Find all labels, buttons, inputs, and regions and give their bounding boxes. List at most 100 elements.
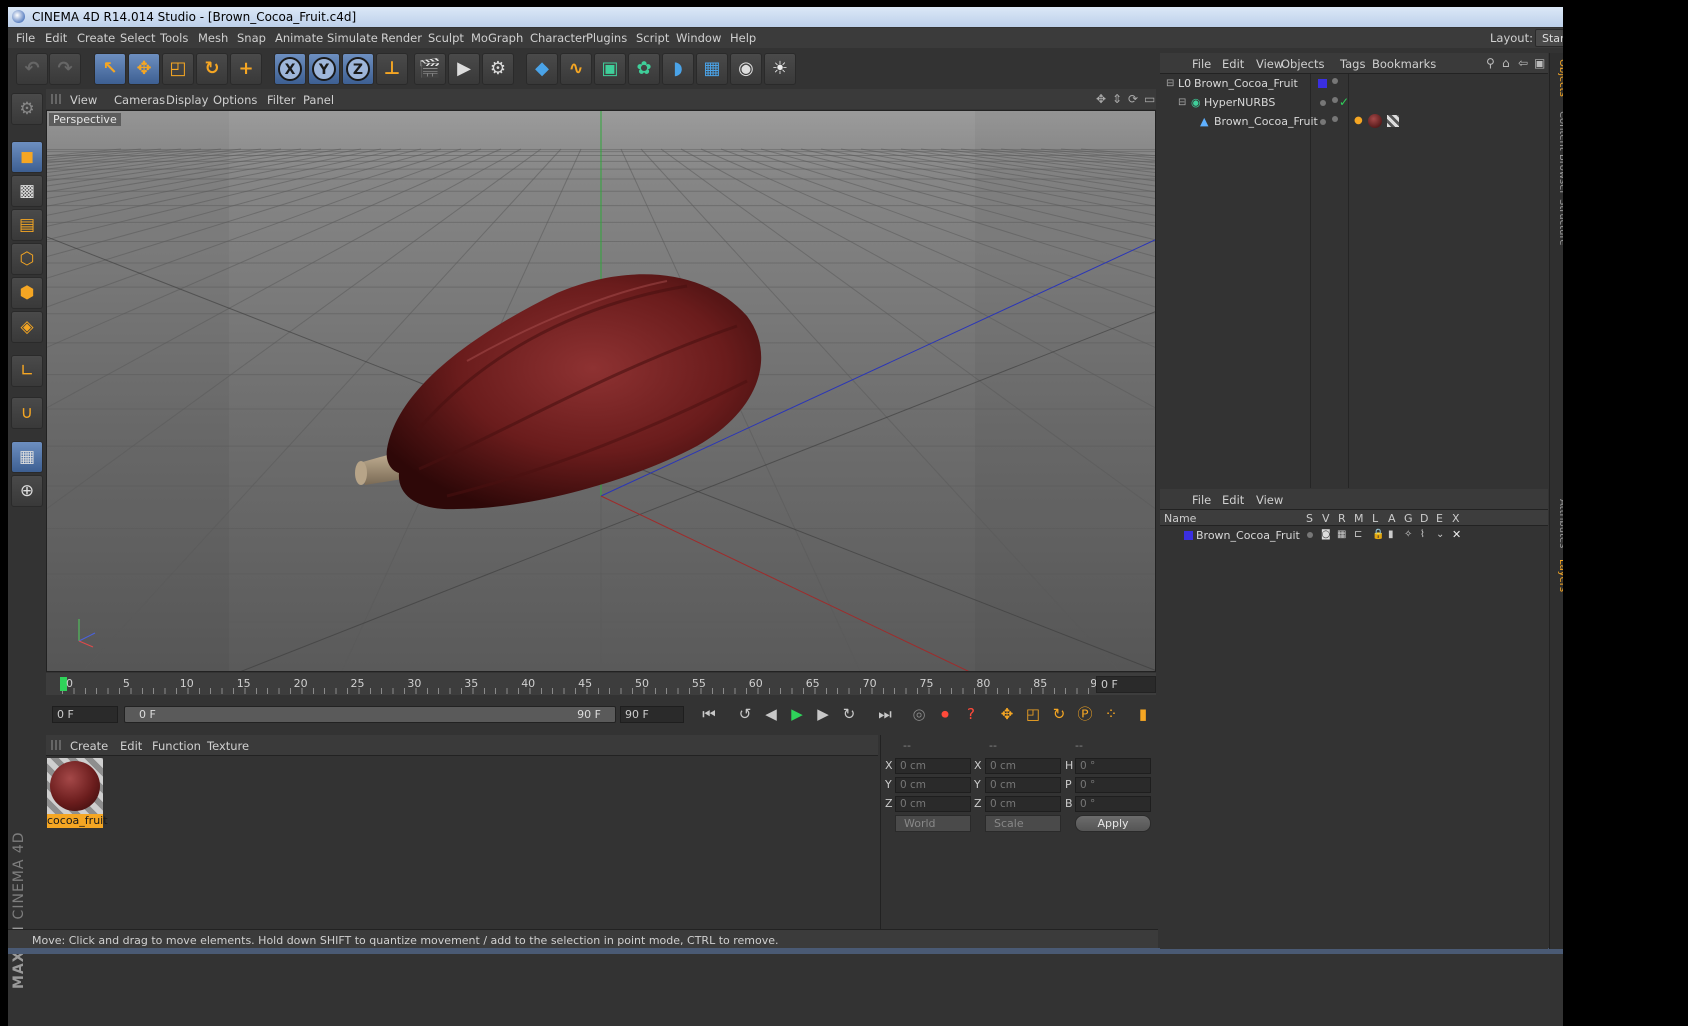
end-frame-field[interactable]: 90 F — [620, 706, 684, 723]
object-new-window-icon[interactable]: ▣ — [1534, 56, 1545, 70]
move-tool-icon[interactable]: ✥ — [128, 53, 160, 85]
z-axis-lock-icon[interactable]: Z — [342, 53, 374, 85]
material-menu-function[interactable]: Function — [152, 739, 201, 753]
col-deformers[interactable]: D — [1420, 512, 1428, 525]
menu-help[interactable]: Help — [730, 31, 756, 45]
col-solo[interactable]: S — [1306, 512, 1313, 525]
object-search-icon[interactable]: ⚲ — [1486, 56, 1495, 70]
menu-file[interactable]: File — [16, 31, 35, 45]
col-generators[interactable]: G — [1404, 512, 1413, 525]
collapse-toggle-icon[interactable]: ⊟ — [1166, 78, 1174, 89]
col-xref[interactable]: X — [1452, 512, 1460, 525]
timeline-window-icon[interactable]: ▮ — [1130, 701, 1156, 727]
viewport-zoom-icon[interactable]: ⇕ — [1112, 92, 1122, 106]
model-mode-icon[interactable]: ◼ — [11, 141, 43, 173]
coordinate-mode-select[interactable]: World — [895, 815, 971, 832]
record-rotation-icon[interactable]: ↻ — [1046, 701, 1072, 727]
magnet-snap-icon[interactable]: ∪ — [11, 397, 43, 429]
objects-menu-view[interactable]: View — [1256, 57, 1283, 71]
render-view-icon[interactable]: 🎬 — [414, 53, 446, 85]
collapse-toggle-icon[interactable]: ⊟ — [1178, 97, 1186, 108]
menu-sculpt[interactable]: Sculpt — [428, 31, 464, 45]
render-picture-viewer-icon[interactable]: ▶ — [448, 53, 480, 85]
camera-icon[interactable]: ◉ — [730, 53, 762, 85]
panel-grip-icon[interactable] — [51, 740, 61, 750]
record-point-level-icon[interactable]: ⁘ — [1098, 701, 1124, 727]
record-active-icon[interactable]: ◎ — [906, 701, 932, 727]
apply-button[interactable]: Apply — [1075, 815, 1151, 832]
col-animation[interactable]: A — [1388, 512, 1396, 525]
layers-menu-view[interactable]: View — [1256, 493, 1283, 507]
viewport-maximize-icon[interactable]: ▭ — [1144, 92, 1155, 106]
size-z-field[interactable]: 0 cm — [985, 796, 1061, 812]
workplane-mode-icon[interactable]: ▤ — [11, 209, 43, 241]
viewport-rotate-icon[interactable]: ⟳ — [1128, 92, 1138, 106]
rotate-tool-icon[interactable]: ↻ — [196, 53, 228, 85]
viewport-menu-panel[interactable]: Panel — [303, 93, 334, 107]
layer-deformer-icon[interactable]: ⌇ — [1420, 529, 1425, 540]
enabled-checkmark-icon[interactable]: ✓ — [1339, 95, 1349, 109]
phong-tag-icon[interactable]: ● — [1354, 115, 1363, 126]
col-name[interactable]: Name — [1164, 512, 1196, 525]
viewport-menu-view[interactable]: View — [70, 93, 97, 107]
previous-key-icon[interactable]: ↺ — [732, 701, 758, 727]
object-home-icon[interactable]: ⌂ — [1502, 56, 1510, 70]
next-key-icon[interactable]: ↻ — [836, 701, 862, 727]
col-visible[interactable]: V — [1322, 512, 1330, 525]
material-menu-edit[interactable]: Edit — [120, 739, 142, 753]
menu-create[interactable]: Create — [77, 31, 115, 45]
menu-render[interactable]: Render — [381, 31, 422, 45]
start-frame-field[interactable]: 0 F — [52, 706, 118, 723]
play-icon[interactable]: ▶ — [784, 701, 810, 727]
col-locked[interactable]: L — [1372, 512, 1378, 525]
menu-tools[interactable]: Tools — [160, 31, 188, 45]
polygons-mode-icon[interactable]: ◈ — [11, 311, 43, 343]
layer-color-swatch[interactable] — [1184, 531, 1193, 540]
layer-color-swatch[interactable] — [1318, 79, 1327, 88]
cube-primitive-icon[interactable]: ◆ — [526, 53, 558, 85]
uvw-tag-icon[interactable] — [1387, 115, 1399, 127]
pos-y-field[interactable]: 0 cm — [895, 777, 971, 793]
editor-visibility-dot[interactable] — [1332, 78, 1338, 84]
last-tool-icon[interactable]: + — [230, 53, 262, 85]
nurbs-generator-icon[interactable]: ▣ — [594, 53, 626, 85]
texture-mode-icon[interactable]: ▩ — [11, 175, 43, 207]
menu-edit[interactable]: Edit — [45, 31, 67, 45]
editor-visibility-dot[interactable] — [1320, 119, 1326, 125]
autokey-icon[interactable]: ⏺ — [932, 701, 958, 727]
deformer-bend-icon[interactable]: ◗ — [662, 53, 694, 85]
undo-icon[interactable]: ↶ — [16, 53, 48, 85]
record-scale-icon[interactable]: ◰ — [1020, 701, 1046, 727]
preview-range-slider[interactable]: 0 F 90 F — [124, 706, 616, 723]
layer-xref-icon[interactable]: ✕ — [1452, 528, 1461, 541]
objects-menu-tags[interactable]: Tags — [1340, 57, 1365, 71]
live-selection-icon[interactable]: ↖ — [94, 53, 126, 85]
layer-expression-icon[interactable]: ⌄ — [1436, 529, 1444, 540]
spline-pen-icon[interactable]: ∿ — [560, 53, 592, 85]
objects-menu-edit[interactable]: Edit — [1222, 57, 1244, 71]
workplane-lock-icon[interactable]: ▦ — [11, 441, 43, 473]
redo-icon[interactable]: ↷ — [49, 53, 81, 85]
pos-x-field[interactable]: 0 cm — [895, 758, 971, 774]
col-expressions[interactable]: E — [1436, 512, 1443, 525]
x-axis-lock-icon[interactable]: X — [274, 53, 306, 85]
viewport-pan-icon[interactable]: ✥ — [1096, 92, 1106, 106]
layer-animation-icon[interactable]: ▮ — [1388, 529, 1394, 540]
record-parameter-icon[interactable]: Ⓟ — [1072, 701, 1098, 727]
menu-snap[interactable]: Snap — [237, 31, 266, 45]
layers-menu-file[interactable]: File — [1192, 493, 1211, 507]
render-visibility-dot[interactable] — [1332, 116, 1338, 122]
viewport-menu-cameras[interactable]: Cameras — [114, 93, 165, 107]
record-position-icon[interactable]: ✥ — [994, 701, 1020, 727]
render-settings-icon[interactable]: ⚙ — [482, 53, 514, 85]
objects-menu-bookmarks[interactable]: Bookmarks — [1372, 57, 1436, 71]
layer-row[interactable]: Brown_Cocoa_Fruit ◙ ▦ ⊏ 🔒 ▮ ✧ ⌇ ⌄ ✕ — [1160, 527, 1548, 545]
col-manager[interactable]: M — [1354, 512, 1364, 525]
menu-mograph[interactable]: MoGraph — [471, 31, 523, 45]
axis-mode-icon[interactable]: ∟ — [11, 355, 43, 387]
viewport-menu-options[interactable]: Options — [213, 93, 257, 107]
tree-row-null-object[interactable]: ⊟ L0 Brown_Cocoa_Fruit — [1160, 75, 1548, 93]
object-back-icon[interactable]: ⇦ — [1518, 56, 1528, 70]
rot-p-field[interactable]: 0 ° — [1075, 777, 1151, 793]
objects-menu-objects[interactable]: Objects — [1281, 57, 1324, 71]
